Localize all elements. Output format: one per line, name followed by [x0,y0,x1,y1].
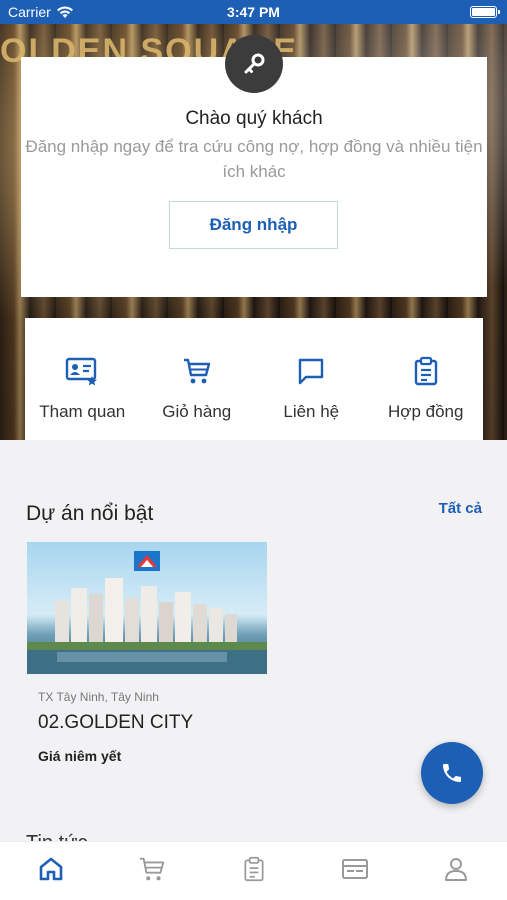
quick-action-label: Tham quan [39,402,126,421]
home-icon [39,857,63,881]
project-name: 02.GOLDEN CITY [38,712,194,733]
featured-section-title: Dự án nổi bật [26,502,154,525]
quick-actions: Tham quan Giỏ hàng Liên hệ Hợp đồng [25,318,483,440]
project-image [27,542,267,674]
login-subtitle: Đăng nhập ngay để tra cứu công nợ, hợp đ… [25,137,483,181]
login-greeting: Chào quý khách [185,108,323,129]
tab-payments[interactable] [304,842,405,900]
call-button[interactable] [421,742,483,804]
quick-action-contract[interactable]: Hợp đồng [369,318,484,440]
key-icon [244,53,265,74]
project-location: TX Tây Ninh, Tây Ninh [38,690,159,704]
quick-action-label: Giỏ hàng [162,402,232,421]
cart-icon [139,857,165,881]
tab-contracts[interactable] [203,842,304,900]
chat-icon [294,354,328,388]
id-card-icon [65,354,99,388]
tab-bar [0,841,507,900]
person-icon [445,858,468,881]
status-time: 3:47 PM [227,4,280,20]
clipboard-icon [409,354,443,388]
cart-icon [180,354,214,388]
see-all-link[interactable]: Tất cả [439,500,482,517]
quick-action-label: Hợp đồng [388,402,464,421]
card-icon [341,859,368,879]
project-card[interactable]: TX Tây Ninh, Tây Ninh 02.GOLDEN CITY Giá… [27,542,267,782]
quick-action-contact[interactable]: Liên hệ [254,318,369,440]
quick-action-label: Liên hệ [283,402,340,421]
phone-icon [443,764,461,782]
tab-home[interactable] [0,842,101,900]
quick-action-cart[interactable]: Giỏ hàng [140,318,255,440]
clipboard-icon [243,856,264,882]
tab-profile[interactable] [406,842,507,900]
battery-icon [470,6,500,18]
quick-action-visit[interactable]: Tham quan [25,318,140,440]
key-badge [225,35,283,93]
tab-cart[interactable] [101,842,202,900]
project-price-label: Giá niêm yết [38,748,122,764]
status-bar: Carrier 3:47 PM [0,0,507,24]
login-button[interactable]: Đăng nhập [169,201,338,249]
